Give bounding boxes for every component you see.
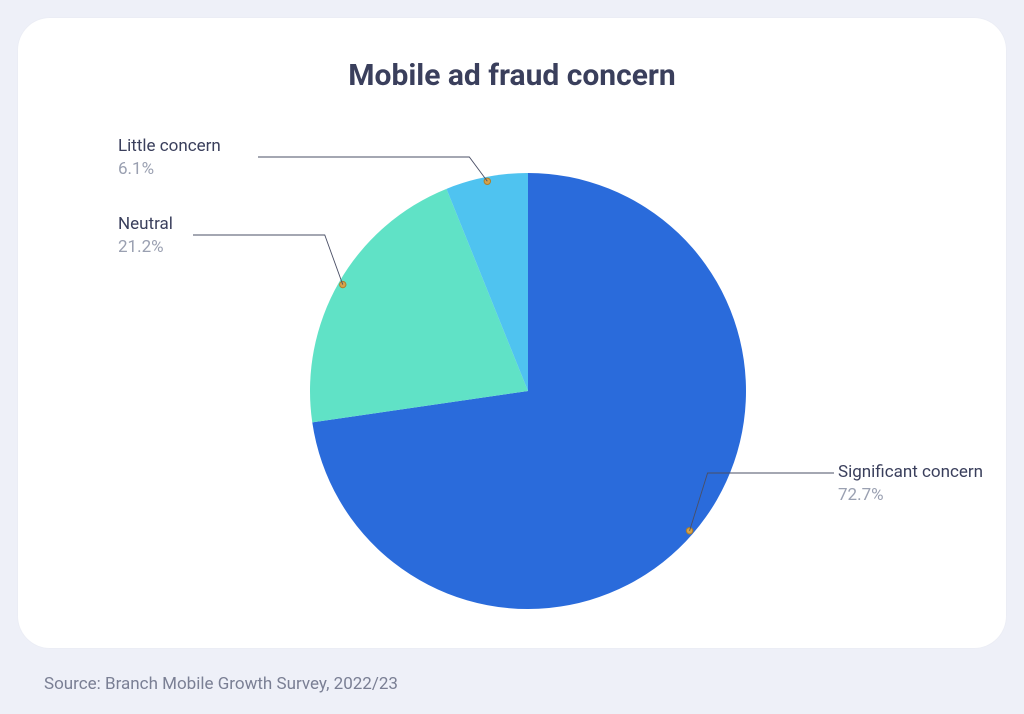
slice-label-pct: 6.1% bbox=[118, 158, 221, 181]
leader-line-1 bbox=[193, 235, 343, 285]
leader-line-2 bbox=[258, 157, 487, 181]
chart-card: Mobile ad fraud concern Significant conc… bbox=[18, 18, 1006, 648]
chart-title: Mobile ad fraud concern bbox=[58, 58, 966, 93]
source-caption: Source: Branch Mobile Growth Survey, 202… bbox=[44, 674, 398, 694]
pie-svg bbox=[58, 103, 966, 623]
leader-dot-1 bbox=[340, 281, 346, 287]
slice-label-name: Little concern bbox=[118, 135, 221, 158]
slice-label-pct: 72.7% bbox=[838, 484, 983, 507]
slice-label-1: Neutral21.2% bbox=[118, 213, 173, 259]
slice-label-2: Little concern6.1% bbox=[118, 135, 221, 181]
pie-chart: Significant concern72.7%Neutral21.2%Litt… bbox=[58, 103, 966, 623]
slice-label-pct: 21.2% bbox=[118, 236, 173, 259]
slice-label-0: Significant concern72.7% bbox=[838, 461, 983, 507]
slice-label-name: Neutral bbox=[118, 213, 173, 236]
slice-label-name: Significant concern bbox=[838, 461, 983, 484]
